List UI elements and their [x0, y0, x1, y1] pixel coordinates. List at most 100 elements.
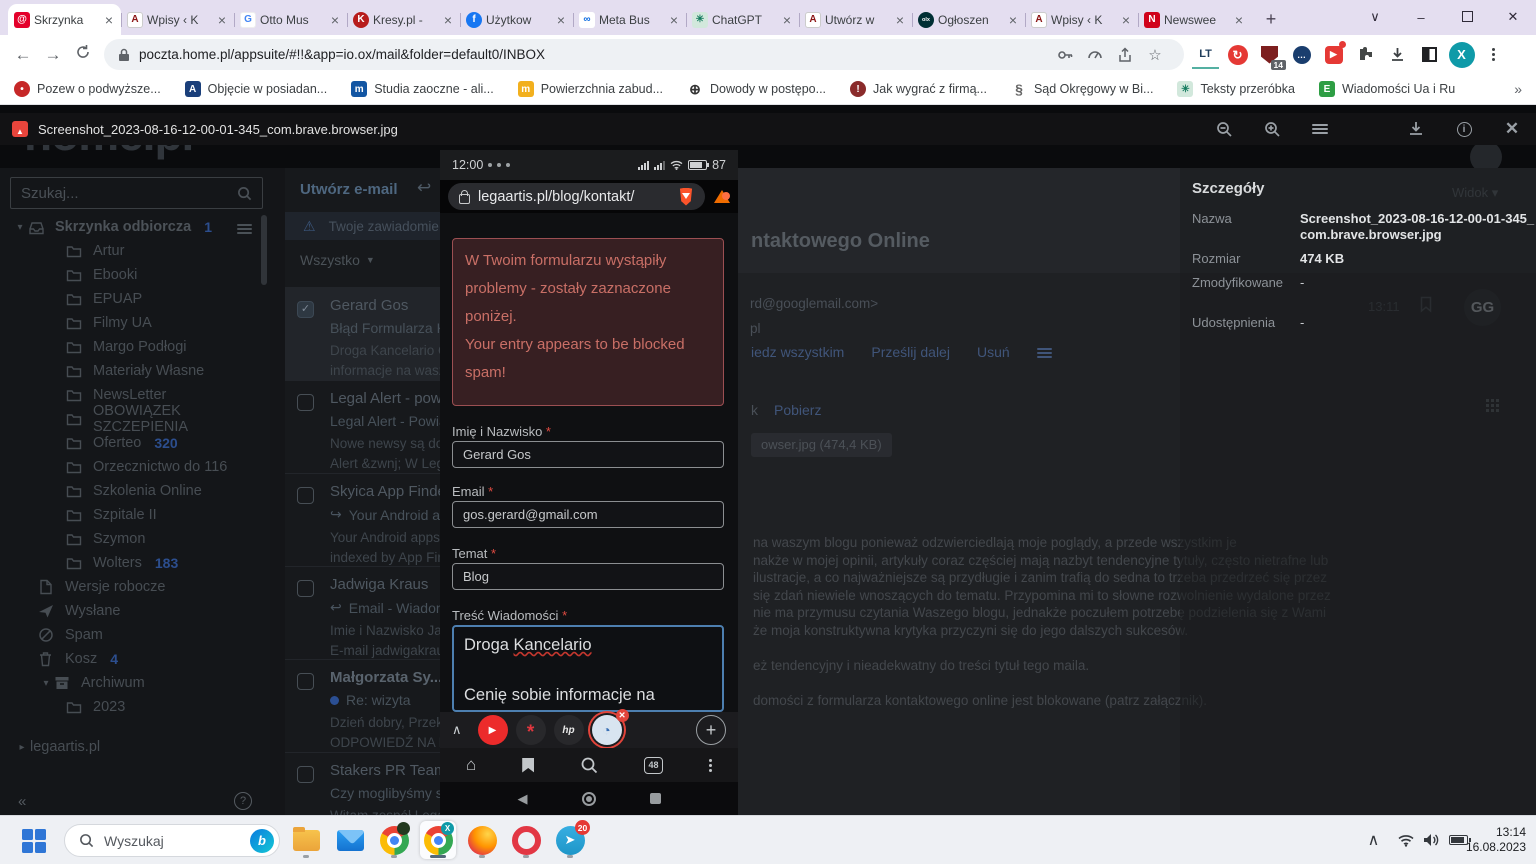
collapse-chevron-icon[interactable]: ∧: [452, 722, 462, 738]
bookmark-item[interactable]: § Sąd Okręgowy w Bi...: [1011, 81, 1154, 97]
viewer-close-icon[interactable]: ✕: [1498, 113, 1526, 145]
file-explorer-button[interactable]: [288, 821, 324, 859]
delete-button[interactable]: Usuń: [977, 344, 1010, 360]
video-extension-icon[interactable]: ▶: [1320, 41, 1347, 68]
tab-close-icon[interactable]: ×: [1007, 13, 1019, 27]
phone-url-text[interactable]: legaartis.pl/blog/kontakt/: [478, 189, 670, 205]
bookmark-item[interactable]: ✳ Teksty przeróbka: [1177, 81, 1294, 97]
bookmark-star-icon[interactable]: ☆: [1140, 46, 1170, 64]
sidebar-folder[interactable]: Artur: [0, 239, 270, 263]
address-bar[interactable]: poczta.home.pl/appsuite/#!!&app=io.ox/ma…: [104, 39, 1184, 70]
sidebar-folder[interactable]: OBOWIĄZEK SZCZEPIENIA: [0, 407, 270, 431]
mail-search-input[interactable]: Szukaj...: [10, 177, 263, 209]
phone-address-pill[interactable]: legaartis.pl/blog/kontakt/: [448, 183, 705, 210]
sidebar-folder[interactable]: Materiały Własne: [0, 359, 270, 383]
sidebar-folder[interactable]: Szymon: [0, 527, 270, 551]
bookmark-item[interactable]: m Powierzchnia zabud...: [518, 81, 663, 97]
tab-close-icon[interactable]: ×: [1233, 13, 1245, 27]
sidebar-folder[interactable]: Oferteo 320: [0, 431, 270, 455]
message-textarea[interactable]: Droga Kancelario Cenię sobie informacje …: [452, 625, 724, 712]
download-all-button[interactable]: Pobierz: [774, 402, 821, 418]
sidebar-folder[interactable]: ▸ legaartis.pl: [0, 735, 270, 759]
hp-tab-icon[interactable]: hp: [554, 715, 584, 745]
reply-all-button[interactable]: iedz wszystkim: [751, 344, 844, 360]
compose-button[interactable]: Utwórz e-mail: [300, 181, 398, 198]
browser-tab[interactable]: K Kresy.pl - ×: [347, 4, 460, 35]
window-minimize-button[interactable]: –: [1398, 10, 1444, 25]
bookmark-icon[interactable]: [522, 758, 534, 773]
active-tab-icon[interactable]: ◔✕: [592, 715, 622, 745]
huawei-tab-icon[interactable]: *: [516, 715, 546, 745]
tray-chevron-icon[interactable]: ∧: [1361, 816, 1386, 864]
tab-close-icon[interactable]: ×: [1120, 13, 1132, 27]
attachment-chip[interactable]: owser.jpg (474,4 KB): [751, 433, 892, 457]
android-recents-icon[interactable]: [650, 793, 661, 804]
password-key-icon[interactable]: [1050, 47, 1080, 63]
tab-close-icon[interactable]: ×: [329, 13, 341, 27]
performance-gauge-icon[interactable]: [1080, 47, 1110, 63]
bookmark-item[interactable]: ! Jak wygrać z firmą...: [850, 81, 987, 97]
chrome-profile1-button[interactable]: [376, 821, 412, 859]
tray-wifi-icon[interactable]: [1398, 816, 1414, 864]
forward-button[interactable]: →: [38, 45, 68, 65]
window-maximize-button[interactable]: [1444, 10, 1490, 25]
tab-close-icon[interactable]: ×: [442, 13, 454, 27]
close-tab-badge[interactable]: ✕: [616, 709, 629, 722]
tab-close-icon[interactable]: ×: [103, 13, 115, 27]
browser-tab[interactable]: N Newswee ×: [1138, 4, 1251, 35]
chrome-profile2-button[interactable]: X: [420, 821, 456, 859]
browser-tab[interactable]: ∞ Meta Bus ×: [573, 4, 686, 35]
youtube-tab-icon[interactable]: ▶: [478, 715, 508, 745]
sidebar-folder[interactable]: Szkolenia Online: [0, 479, 270, 503]
bookmark-item[interactable]: • Pozew o podwyższe...: [14, 81, 161, 97]
share-icon[interactable]: [1110, 47, 1140, 63]
filter-dropdown[interactable]: Wszystko▼: [300, 252, 375, 268]
tab-search-chevron-icon[interactable]: ∨: [1352, 9, 1398, 25]
brave-shield-icon[interactable]: [678, 188, 694, 206]
new-tab-icon[interactable]: +: [696, 715, 726, 745]
bing-icon[interactable]: b: [250, 829, 274, 853]
ublock-extension-icon[interactable]: 14: [1256, 41, 1283, 68]
tab-close-icon[interactable]: ×: [216, 13, 228, 27]
reload-button[interactable]: [68, 44, 98, 65]
tab-close-icon[interactable]: ×: [894, 13, 906, 27]
mail-app-button[interactable]: [332, 821, 368, 859]
field-input[interactable]: Blog: [452, 563, 724, 590]
sidebar-folder[interactable]: Spam: [0, 623, 270, 647]
email-checkbox[interactable]: [297, 487, 314, 504]
bookmarks-overflow-icon[interactable]: »: [1514, 81, 1522, 97]
bookmark-item[interactable]: E Wiadomości Ua i Ru: [1319, 81, 1455, 97]
sidebar-folder[interactable]: Margo Podłogi: [0, 335, 270, 359]
browser-tab[interactable]: f Użytkow ×: [460, 4, 573, 35]
sidebar-scrollbar[interactable]: [261, 215, 267, 285]
viewer-info-icon[interactable]: i: [1450, 113, 1478, 145]
start-button[interactable]: [22, 829, 46, 853]
android-home-icon[interactable]: [582, 792, 596, 806]
bookmark-item[interactable]: A Objęcie w posiadan...: [185, 81, 328, 97]
sidebar-folder[interactable]: Ebooki: [0, 263, 270, 287]
home-icon[interactable]: ⌂: [466, 755, 476, 775]
more-actions-icon[interactable]: [1037, 346, 1052, 360]
folder-caret-icon[interactable]: ▾: [12, 222, 28, 233]
reply-icon[interactable]: ↩: [417, 178, 431, 198]
blocker-extension-icon[interactable]: ↻: [1224, 41, 1251, 68]
sidebar-folder[interactable]: ▾ Archiwum: [0, 671, 270, 695]
zoom-out-icon[interactable]: [1210, 113, 1238, 145]
folder-caret-icon[interactable]: ▾: [38, 678, 54, 689]
browser-tab[interactable]: A Utwórz w ×: [799, 4, 912, 35]
forward-button-mail[interactable]: Prześlij dalej: [871, 344, 950, 360]
browser-tab[interactable]: @ Skrzynka ×: [8, 4, 121, 35]
field-input[interactable]: Gerard Gos: [452, 441, 724, 468]
email-checkbox[interactable]: [297, 673, 314, 690]
folder-caret-icon[interactable]: ▸: [14, 742, 30, 753]
phone-menu-icon[interactable]: [709, 757, 712, 774]
taskbar-search[interactable]: Wyszukaj b: [64, 824, 280, 857]
tab-close-icon[interactable]: ×: [668, 13, 680, 27]
taskbar-clock[interactable]: 13:14 16.08.2023: [1466, 825, 1526, 855]
browser-tab[interactable]: A Wpisy ‹ K ×: [121, 4, 234, 35]
sidebar-folder[interactable]: Filmy UA: [0, 311, 270, 335]
firefox-button[interactable]: [464, 821, 500, 859]
tray-volume-icon[interactable]: [1423, 816, 1439, 864]
opera-button[interactable]: [508, 821, 544, 859]
sidebar-folder[interactable]: Wersje robocze: [0, 575, 270, 599]
